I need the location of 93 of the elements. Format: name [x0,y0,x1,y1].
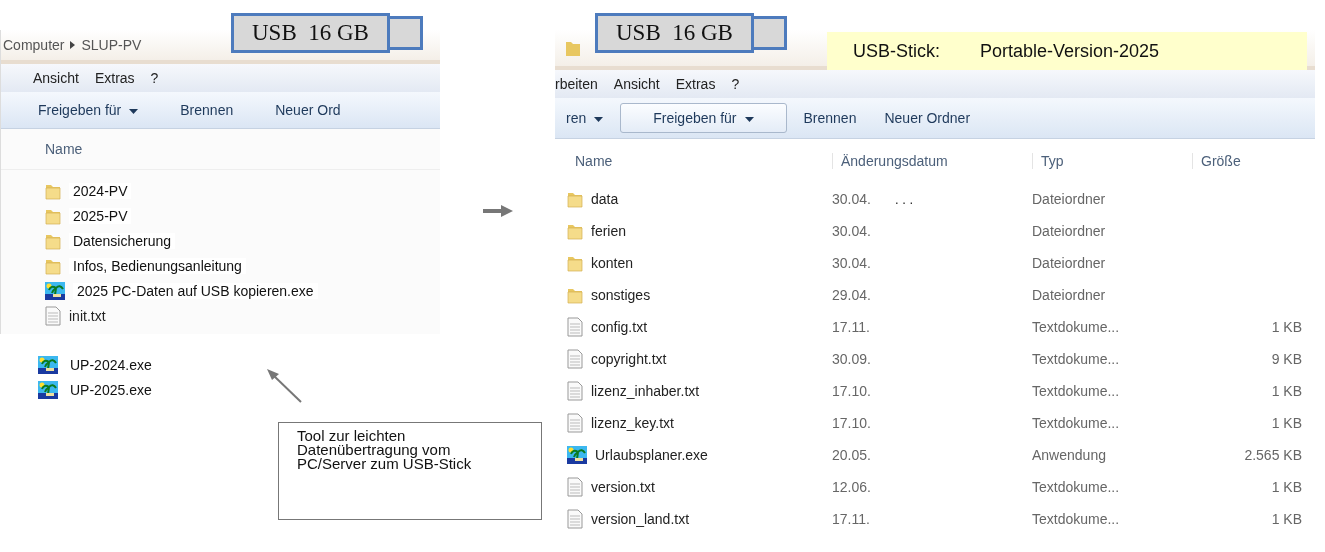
size-cell: 1 KB [1271,511,1302,527]
breadcrumb-item[interactable]: SLUP-PV [81,37,142,53]
column-header[interactable]: Größe [1192,153,1302,169]
breadcrumb-arrow-icon [70,41,76,49]
column-header[interactable]: Name [567,153,832,169]
menu-item[interactable]: Ansicht [33,70,79,86]
usb-plug-drawing [389,16,423,50]
toolbar-button[interactable]: Neuer Ordner [873,103,982,133]
size-cell: 1 KB [1271,415,1302,431]
type-cell-text: Anwendung [1032,447,1107,463]
type-cell-text: Textdokume... [1032,511,1121,527]
date-cell: 17.10. [832,415,871,431]
date-cell: 30.04. [832,255,871,271]
toolbar-button[interactable]: Brennen [169,95,245,125]
file-name[interactable]: Urlaubsplaner.exe [595,447,708,463]
menu-item[interactable]: Extras [94,70,135,86]
type-cell-text: Dateiordner [1032,255,1107,271]
toolbar-button[interactable]: ren [555,103,615,133]
toolbar-button[interactable]: Brennen [792,103,868,133]
text-document-icon [567,413,583,433]
toolbar-button[interactable]: Neuer Ord [264,95,352,125]
file-name[interactable]: lizenz_inhaber.txt [591,383,700,399]
type-cell-text: Dateiordner [1032,287,1107,303]
type-cell-text: Dateiordner [1032,191,1107,207]
palm-island-icon [38,355,58,374]
text-document-icon [567,317,583,337]
file-name[interactable]: Infos, Bedienungsanleitung [69,257,246,274]
type-cell-text: Textdokume... [1032,415,1121,431]
file-name[interactable]: version.txt [591,479,655,495]
file-name[interactable]: Datensicherung [69,232,176,249]
text-document-icon [567,477,583,497]
size-cell: 1 KB [1271,479,1302,495]
size-cell: 1 KB [1271,383,1302,399]
usb-plug-drawing [753,16,787,50]
type-cell-text: Textdokume... [1032,351,1121,367]
right-arrow [482,205,513,217]
type-cell-text: Dateiordner [1032,223,1107,239]
file-name[interactable]: 2024-PV [69,182,132,199]
column-header[interactable]: Typ [1032,153,1192,169]
date-cell: 17.11. [832,511,870,527]
folder-icon [565,39,581,57]
menu-item[interactable]: ? [731,76,740,92]
folder-icon [567,222,583,240]
toolbar-button[interactable]: Freigeben für [27,95,150,125]
date-cell: 12.06. [832,479,871,495]
toolbar-button[interactable]: Freigeben für [620,103,787,133]
type-cell-text: Textdokume... [1032,319,1121,335]
note-label: USB-Stick: [853,40,940,62]
size-cell: 2.565 KB [1244,447,1302,463]
text-document-icon [567,349,583,369]
palm-island-icon [567,446,587,464]
usb-stick-label: USB 16 GB [231,13,390,53]
type-cell-text: Textdokume... [1032,479,1121,495]
text-document-icon [45,305,61,326]
note-value: Portable-Version-2025 [980,40,1160,62]
file-name[interactable]: 2025 PC-Daten auf USB kopieren.exe [73,282,318,299]
file-name[interactable]: lizenz_key.txt [591,415,674,431]
file-name[interactable]: copyright.txt [591,351,667,367]
file-name[interactable]: sonstiges [591,287,651,303]
date-cell: 17.10. [832,383,871,399]
folder-icon [567,286,583,304]
type-cell-text: Textdokume... [1032,383,1121,399]
text-document-icon [567,509,583,529]
menu-item[interactable]: Ansicht [613,76,660,92]
menu-item[interactable]: Extras [675,76,716,92]
folder-icon [567,190,583,208]
usb-stick-label: USB 16 GB [595,13,754,53]
file-name[interactable]: konten [591,255,634,271]
size-cell: 1 KB [1271,319,1302,335]
date-cell: 29.04. [832,287,871,303]
palm-island-icon [45,281,65,300]
file-name[interactable]: data [591,191,619,207]
date-cell: 30.09. [832,351,871,367]
callout-box: Tool zur leichten Datenübertragung vom PC/Server zum USB-Stick [278,422,542,520]
file-name[interactable]: 2025-PV [69,207,132,224]
size-cell: 9 KB [1271,351,1302,367]
column-header[interactable]: Name [45,141,83,157]
palm-island-icon [38,380,58,399]
date-cell: 30.04. [832,223,871,239]
date-cell: 17.11. [832,319,870,335]
menu-item[interactable]: rbeiten [555,76,598,92]
folder-icon [567,254,583,272]
file-name[interactable]: config.txt [591,319,648,335]
file-name[interactable]: version_land.txt [591,511,690,527]
menu-item[interactable]: ? [150,70,159,86]
file-name[interactable]: ferien [591,223,627,239]
date-cell: 20.05. [832,447,871,463]
breadcrumb-item[interactable]: Computer [3,37,65,53]
time-cell: . . . [894,191,913,207]
file-name[interactable]: init.txt [69,307,106,324]
text-document-icon [567,381,583,401]
date-cell: 30.04. [832,191,871,207]
column-header[interactable]: Änderungsdatum [832,153,1032,169]
